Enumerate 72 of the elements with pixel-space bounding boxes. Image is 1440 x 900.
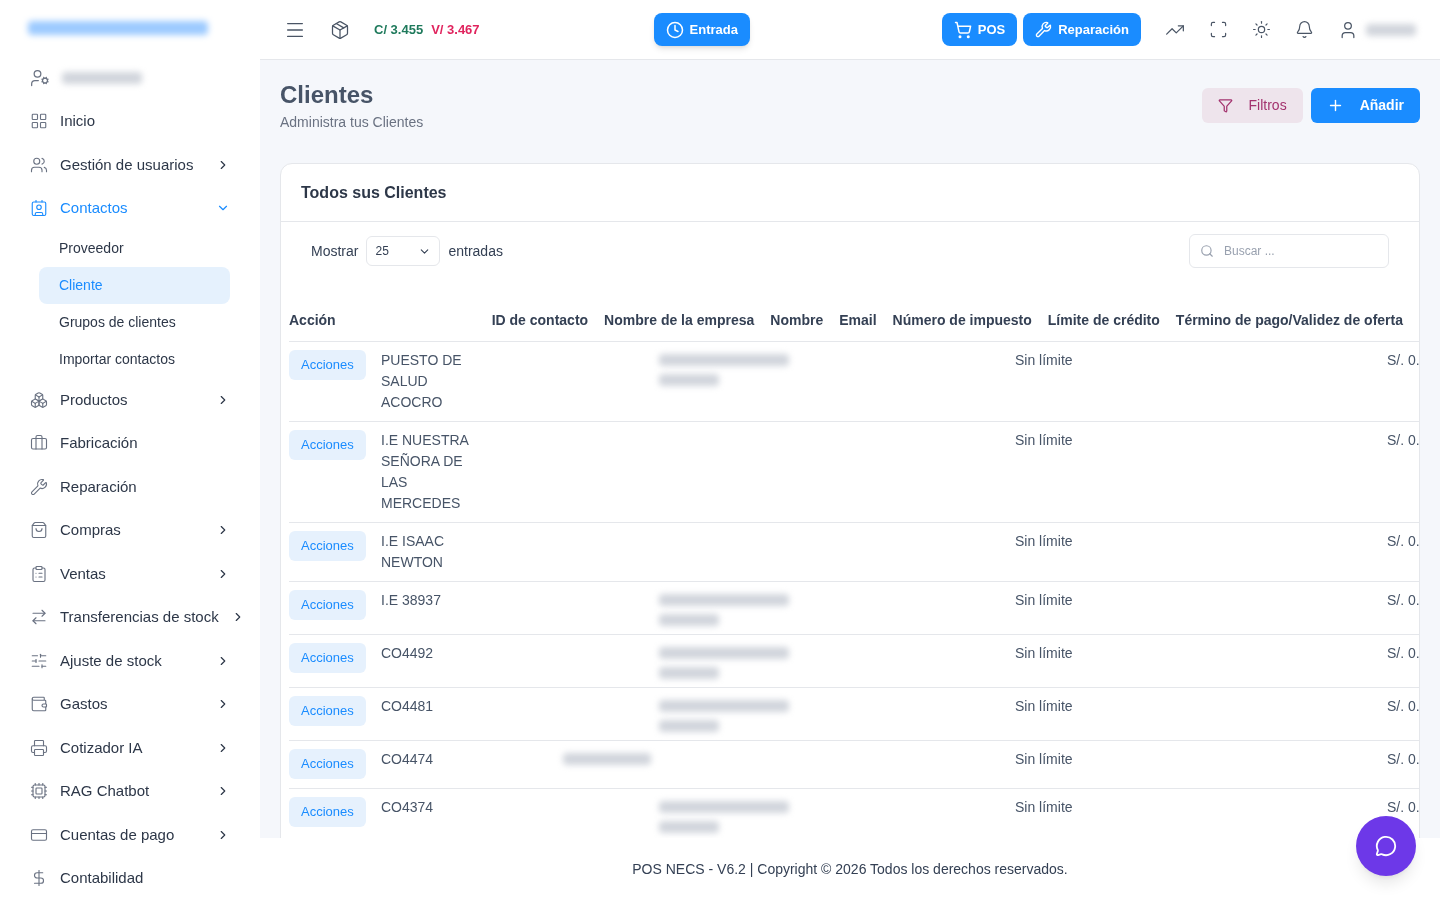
credit-limit: Sin límite — [1015, 431, 1074, 450]
balance-value: S/. 0. — [1387, 591, 1419, 610]
column-header: ID de contacto — [491, 311, 590, 330]
column-header: Límite de crédito — [1047, 311, 1161, 330]
sidebar-item[interactable]: Compras — [30, 508, 230, 552]
page-size-select[interactable]: 25 — [366, 236, 441, 266]
sidebar-item[interactable]: Ventas — [30, 552, 230, 596]
column-header: Término de pago/Validez de oferta — [1175, 311, 1404, 330]
show-label: Mostrar — [311, 241, 359, 261]
credit-limit: Sin límite — [1015, 532, 1074, 551]
credit-limit: Sin límite — [1015, 750, 1074, 769]
sidebar-item[interactable]: Cotizador IA — [30, 726, 230, 770]
sidebar-item[interactable]: Gestión de usuarios — [30, 143, 230, 187]
chat-icon — [1375, 835, 1397, 857]
box-icon[interactable] — [330, 19, 350, 40]
balance-value: S/. 0. — [1387, 798, 1419, 817]
wrench-icon — [1035, 21, 1053, 38]
fullscreen-icon[interactable] — [1209, 20, 1228, 39]
cart-icon — [953, 20, 972, 39]
contact-name: I.E NUESTRA SEÑORA DE LAS MERCEDES — [381, 431, 470, 513]
page-title: Clientes — [280, 80, 375, 110]
credit-limit: Sin límite — [1015, 798, 1074, 817]
credit-limit: Sin límite — [1015, 351, 1074, 370]
column-header: Número de impuesto — [892, 311, 1033, 330]
sidebar-item[interactable]: Fabricación — [30, 421, 230, 465]
user-settings-icon — [30, 67, 50, 88]
column-header: Email — [839, 311, 878, 330]
submenu-item[interactable]: Importar contactos — [39, 341, 230, 378]
contact-name: CO4481 — [381, 697, 434, 716]
clock-icon — [665, 20, 684, 39]
sell-rate: V/ 3.467 — [431, 20, 480, 39]
sidebar-item[interactable]: Cuentas de pago — [30, 813, 230, 857]
footer-text: POS NECS - V6.2 | Copyright © 2026 Todos los derechos reservados. — [632, 859, 1068, 879]
balance-value: S/. 0. — [1387, 697, 1419, 716]
credit-limit: Sin límite — [1015, 697, 1074, 716]
sidebar-item[interactable]: Contabilidad — [30, 856, 230, 900]
contact-name: CO4374 — [381, 798, 434, 817]
sidebar-item[interactable]: RAG Chatbot — [30, 769, 230, 813]
submenu-item[interactable]: Proveedor — [39, 230, 230, 267]
search-icon — [1200, 244, 1214, 258]
credit-limit: Sin límite — [1015, 644, 1074, 663]
entries-label: entradas — [448, 241, 503, 261]
sidebar-item[interactable]: Transferencias de stock — [30, 595, 230, 639]
sidebar-item[interactable]: Inicio — [30, 99, 230, 143]
balance-value: S/. 0. — [1387, 750, 1419, 769]
notification-icon[interactable] — [1295, 20, 1314, 39]
balance-value: S/. 0. — [1387, 644, 1419, 663]
sidebar-item[interactable]: Ajuste de stock — [30, 639, 230, 683]
contact-name: I.E ISAAC NEWTON — [381, 532, 446, 572]
column-header: Nombre — [770, 311, 825, 330]
search-field[interactable]: Buscar ... — [1189, 234, 1389, 268]
contact-name: CO4492 — [381, 644, 434, 663]
balance-value: S/. 0. — [1387, 532, 1419, 551]
contact-name: CO4474 — [381, 750, 434, 769]
contact-name: PUESTO DE SALUD ACOCRO — [381, 351, 463, 412]
sidebar-item[interactable]: Gastos — [30, 682, 230, 726]
sidebar-item[interactable]: Productos — [30, 378, 230, 422]
buy-rate: C/ 3.455 — [374, 20, 424, 39]
balance-value: S/. 0. — [1387, 431, 1419, 450]
column-header: Nombre de la empresa — [604, 311, 756, 330]
balance-value: S/. 0. — [1387, 351, 1419, 370]
user-name-placeholder — [1366, 23, 1416, 36]
sun-icon[interactable] — [1252, 20, 1271, 39]
contact-name: I.E 38937 — [381, 591, 441, 610]
filter-button[interactable]: Filtros — [1201, 88, 1303, 123]
card-title: Todos sus Clientes — [301, 182, 447, 203]
filter-icon — [1217, 98, 1233, 113]
submenu-item[interactable]: Grupos de clientes — [39, 304, 230, 341]
sidebar-item[interactable]: Reparación — [30, 465, 230, 509]
page-subtitle: Administra tus Clientes — [280, 113, 424, 132]
credit-limit: Sin límite — [1015, 591, 1074, 610]
column-header: Acción — [289, 311, 337, 330]
